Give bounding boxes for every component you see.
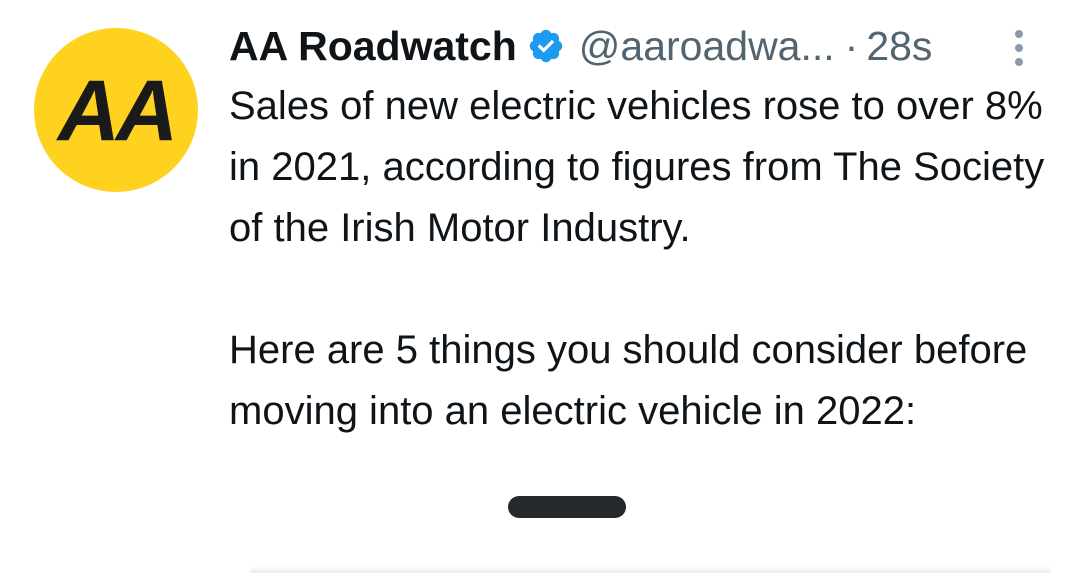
- timestamp[interactable]: 28s: [866, 23, 932, 70]
- more-options-icon[interactable]: [1008, 28, 1030, 68]
- avatar[interactable]: AA: [34, 28, 198, 192]
- avatar-logo-text: AA: [56, 63, 174, 159]
- tweet-text: Sales of new electric vehicles rose to o…: [229, 76, 1049, 442]
- aa-logo: AA: [56, 63, 178, 159]
- redaction-scribble: [508, 496, 626, 518]
- tweet[interactable]: AA AA Roadwatch @aaroadwa... · 28s Sales…: [0, 0, 1080, 573]
- verified-badge-icon: [527, 27, 565, 65]
- media-preview-edge: [250, 566, 1050, 573]
- author-handle[interactable]: @aaroadwa...: [579, 23, 835, 70]
- author-name[interactable]: AA Roadwatch: [229, 23, 517, 70]
- separator-dot: ·: [844, 22, 859, 69]
- tweet-paragraph: Sales of new electric vehicles rose to o…: [229, 84, 1045, 250]
- tweet-header: AA Roadwatch @aaroadwa... · 28s: [229, 18, 932, 74]
- tweet-paragraph: Here are 5 things you should consider be…: [229, 328, 1028, 433]
